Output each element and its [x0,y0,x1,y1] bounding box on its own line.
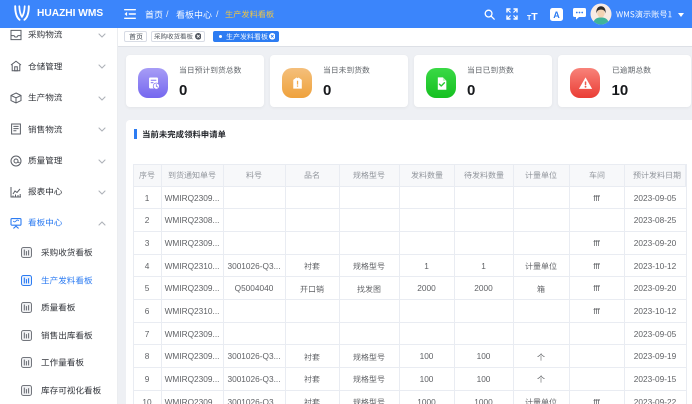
svg-text:A: A [553,9,560,19]
